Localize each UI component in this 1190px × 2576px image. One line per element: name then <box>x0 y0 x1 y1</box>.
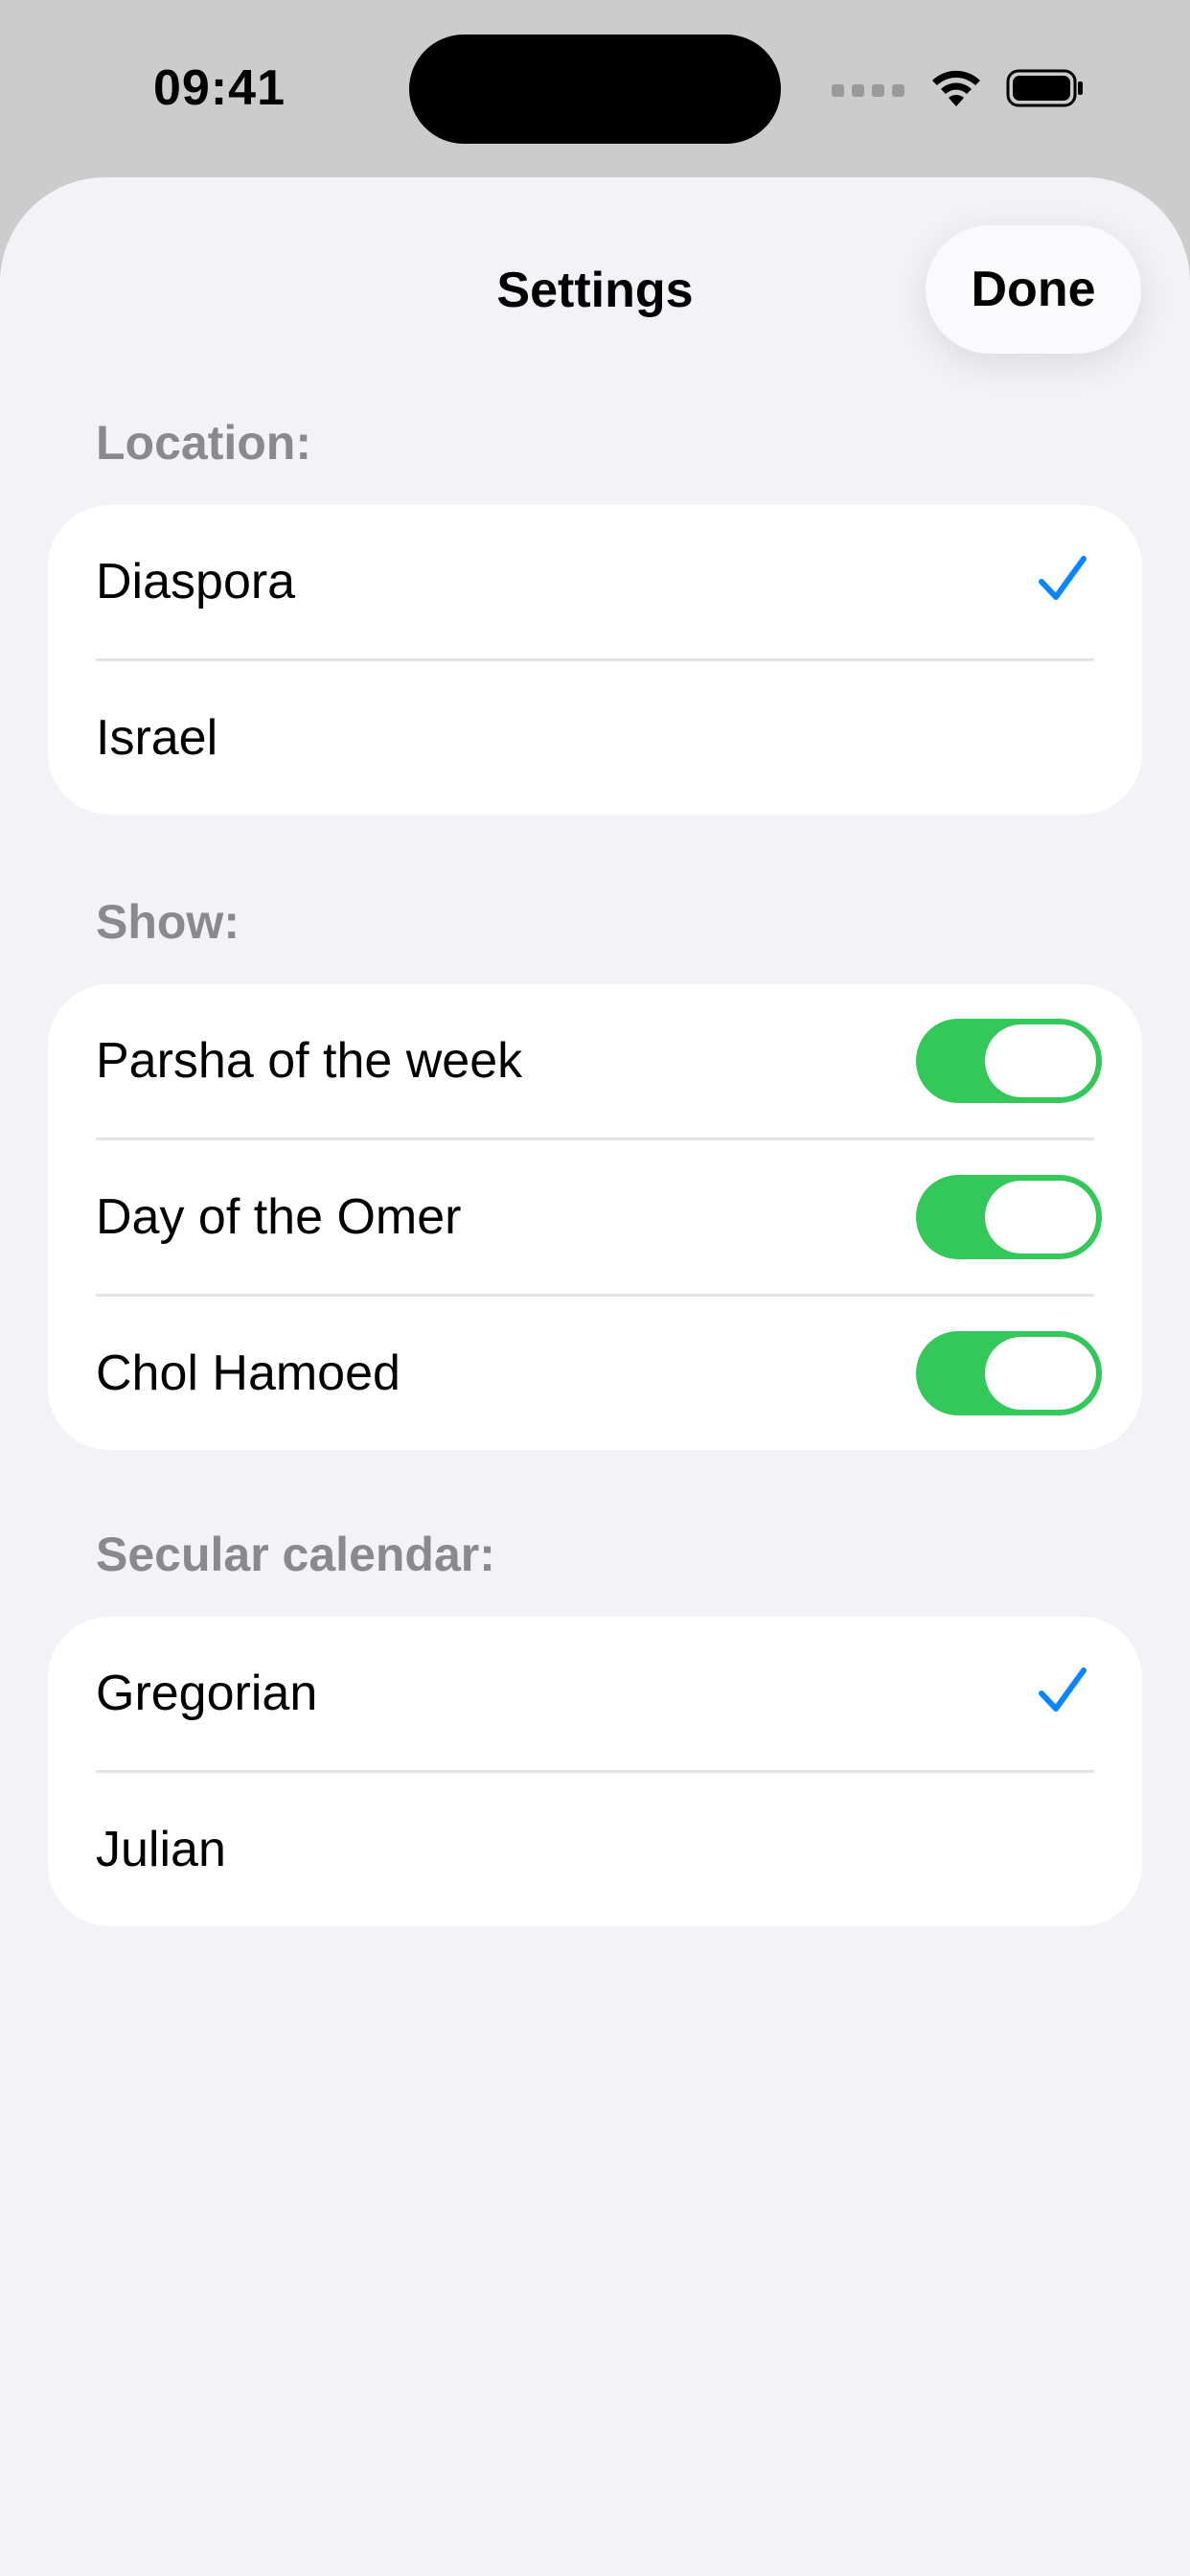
toggle-row-omer: Day of the Omer <box>48 1140 1142 1294</box>
calendar-option-julian[interactable]: Julian <box>48 1773 1142 1926</box>
option-label: Diaspora <box>96 554 296 610</box>
parsha-toggle[interactable] <box>916 1019 1102 1103</box>
wifi-icon <box>929 68 983 113</box>
toggle-knob <box>985 1181 1096 1254</box>
toggle-knob <box>985 1024 1096 1097</box>
section-header-location: Location: <box>96 416 311 470</box>
location-group: Diaspora Israel <box>48 505 1142 815</box>
toggle-knob <box>985 1337 1096 1410</box>
status-icons <box>832 69 1085 111</box>
location-option-israel[interactable]: Israel <box>48 661 1142 815</box>
toggle-label: Parsha of the week <box>96 1033 523 1089</box>
status-bar: 09:41 <box>0 0 1190 177</box>
checkmark-icon <box>1039 556 1087 600</box>
show-group: Parsha of the week Day of the Omer Chol … <box>48 984 1142 1450</box>
option-label: Gregorian <box>96 1666 318 1721</box>
toggle-row-chol-hamoed: Chol Hamoed <box>48 1297 1142 1450</box>
section-header-show: Show: <box>96 895 240 949</box>
battery-icon <box>1006 69 1085 112</box>
dynamic-island <box>409 34 781 144</box>
location-option-diaspora[interactable]: Diaspora <box>48 505 1142 658</box>
toggle-row-parsha: Parsha of the week <box>48 984 1142 1138</box>
settings-sheet: Settings Done Location: Diaspora Israel … <box>0 177 1190 2576</box>
checkmark-icon <box>1039 1668 1087 1712</box>
status-time: 09:41 <box>153 60 286 116</box>
secular-calendar-group: Gregorian Julian <box>48 1617 1142 1926</box>
omer-toggle[interactable] <box>916 1175 1102 1259</box>
signal-dots-icon <box>832 83 904 97</box>
option-label: Julian <box>96 1822 226 1877</box>
calendar-option-gregorian[interactable]: Gregorian <box>48 1617 1142 1770</box>
chol-hamoed-toggle[interactable] <box>916 1331 1102 1415</box>
option-label: Israel <box>96 710 218 766</box>
toggle-label: Day of the Omer <box>96 1189 462 1245</box>
section-header-secular-calendar: Secular calendar: <box>96 1528 495 1581</box>
toggle-label: Chol Hamoed <box>96 1346 400 1401</box>
done-button[interactable]: Done <box>926 225 1141 354</box>
